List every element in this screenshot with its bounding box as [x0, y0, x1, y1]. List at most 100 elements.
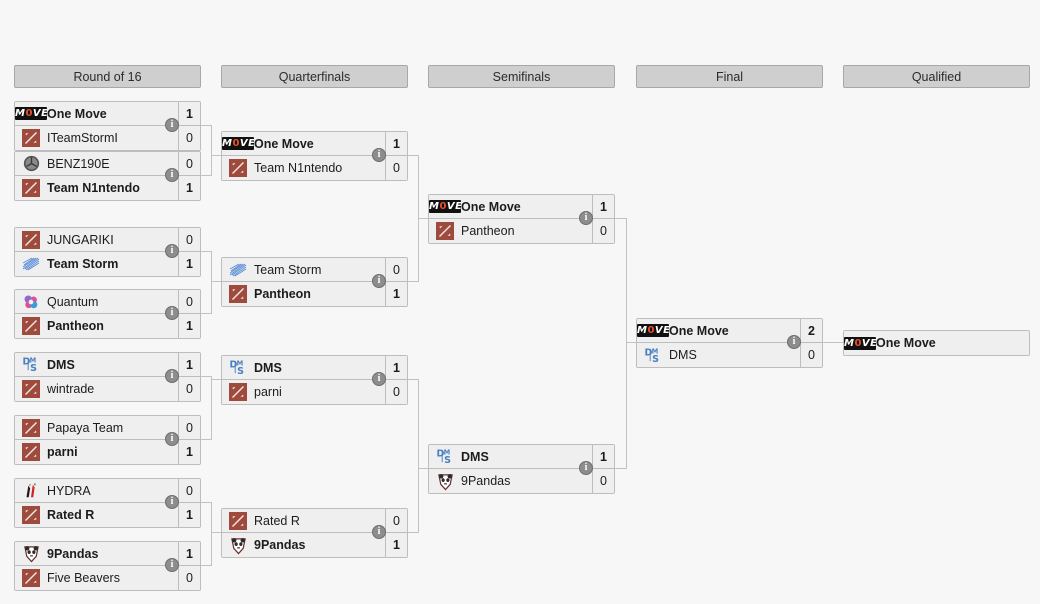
match-row-top[interactable]: Quantum 0 i [15, 290, 200, 320]
match-r16-m2[interactable]: BENZ190E 0 i Team N1ntendo 1 [14, 151, 201, 201]
team-score: 1 [178, 102, 200, 125]
match-info-icon[interactable]: i [165, 306, 179, 320]
match-info-icon[interactable]: i [579, 461, 593, 475]
match-r16-m1[interactable]: M0VE One Move 1 i ITeamStormI 0 [14, 101, 201, 151]
connector [201, 313, 211, 314]
team-score: 1 [178, 252, 200, 276]
match-row-top[interactable]: Papaya Team 0 i [15, 416, 200, 446]
team-name: Pantheon [461, 224, 515, 238]
match-info-icon[interactable]: i [372, 372, 386, 386]
team-name: One Move [669, 323, 729, 338]
match-info-icon[interactable]: i [165, 432, 179, 446]
connector [211, 251, 212, 314]
match-qf-m3[interactable]: DMS DMS 1 i parni 0 [221, 355, 408, 405]
connector [408, 281, 418, 282]
one-move-logo: M0VE [429, 200, 461, 213]
dms-logo: DMS [15, 353, 47, 377]
match-qf-m4[interactable]: Rated R 0 i 9Pandas 1 [221, 508, 408, 558]
match-qf-m2[interactable]: Team Storm 0 i Pantheon 1 [221, 257, 408, 307]
connector [211, 281, 221, 282]
team-score: 0 [385, 380, 407, 404]
match-row-top[interactable]: HYDRA 0 i [15, 479, 200, 509]
svg-text:S: S [237, 366, 244, 377]
round-header-qualified: Qualified [843, 65, 1030, 88]
match-info-icon[interactable]: i [165, 244, 179, 258]
match-info-icon[interactable]: i [579, 211, 593, 225]
match-row-top[interactable]: Rated R 0 i [222, 509, 407, 539]
team-name: Team N1ntendo [47, 181, 140, 195]
match-sf-m2[interactable]: DMS DMS 1 i 9Pandas 0 [428, 444, 615, 494]
connector [211, 125, 212, 176]
team-name: parni [254, 385, 282, 399]
match-row-top[interactable]: JUNGARIKI 0 i [15, 228, 200, 258]
team-score: 1 [178, 440, 200, 464]
match-info-icon[interactable]: i [165, 495, 179, 509]
team-name: 9Pandas [254, 538, 306, 552]
tournament-bracket: Round of 16 Quarterfinals Semifinals Fin… [0, 0, 1040, 604]
match-r16-m8[interactable]: 9Pandas 1 i Five Beavers 0 [14, 541, 201, 591]
round-header-label: Quarterfinals [278, 69, 351, 84]
connector [615, 218, 626, 219]
match-row-top[interactable]: M0VE One Move [844, 331, 1029, 355]
svg-text:S: S [652, 354, 659, 365]
dota2-default-logo [15, 126, 47, 150]
match-info-icon[interactable]: i [165, 168, 179, 182]
match-info-icon[interactable]: i [165, 558, 179, 572]
match-row-top[interactable]: M0VE One Move 1 i [15, 102, 200, 132]
match-final-m1[interactable]: M0VE One Move 2 i DMS DMS 0 [636, 318, 823, 368]
team-name: Papaya Team [47, 420, 124, 435]
match-info-icon[interactable]: i [372, 525, 386, 539]
team-score: 1 [385, 356, 407, 379]
mercedes-star-logo [15, 152, 47, 176]
match-row-top[interactable]: M0VE One Move 2 i [637, 319, 822, 349]
team-score: 0 [178, 377, 200, 401]
match-r16-m6[interactable]: Papaya Team 0 i parni 1 [14, 415, 201, 465]
team-score: 0 [178, 566, 200, 590]
dota2-default-logo [429, 219, 461, 243]
team-name: Rated R [47, 508, 95, 522]
match-qualified-m1[interactable]: M0VE One Move [843, 330, 1030, 356]
round-header-label: Qualified [911, 69, 962, 84]
connector [211, 376, 212, 440]
team-name: DMS [254, 360, 282, 375]
one-move-logo: M0VE [222, 137, 254, 150]
match-info-icon[interactable]: i [787, 335, 801, 349]
round-header-label: Final [715, 69, 744, 84]
connector [211, 532, 221, 533]
match-qf-m1[interactable]: M0VE One Move 1 i Team N1ntendo 0 [221, 131, 408, 181]
match-row-top[interactable]: M0VE One Move 1 i [429, 195, 614, 225]
match-row-top[interactable]: DMS DMS 1 i [429, 445, 614, 475]
match-r16-m4[interactable]: Quantum 0 i Pantheon 1 [14, 289, 201, 339]
match-row-top[interactable]: BENZ190E 0 i [15, 152, 200, 182]
dota2-default-logo [222, 509, 254, 533]
match-info-icon[interactable]: i [165, 369, 179, 383]
9pandas-logo [429, 469, 461, 493]
match-row-top[interactable]: DMS DMS 1 i [15, 353, 200, 383]
match-info-icon[interactable]: i [372, 274, 386, 288]
connector [418, 218, 428, 219]
match-info-icon[interactable]: i [165, 118, 179, 132]
match-row-top[interactable]: Team Storm 0 i [222, 258, 407, 288]
team-name: HYDRA [47, 483, 91, 498]
svg-text:S: S [444, 455, 451, 466]
dota2-default-logo [15, 228, 47, 252]
match-row-top[interactable]: 9Pandas 1 i [15, 542, 200, 572]
match-sf-m1[interactable]: M0VE One Move 1 i Pantheon 0 [428, 194, 615, 244]
svg-text:S: S [30, 363, 37, 374]
team-name: Quantum [47, 294, 99, 309]
9pandas-logo [222, 533, 254, 557]
match-info-icon[interactable]: i [372, 148, 386, 162]
round-header-final: Final [636, 65, 823, 88]
match-r16-m5[interactable]: DMS DMS 1 i wintrade 0 [14, 352, 201, 402]
match-r16-m3[interactable]: JUNGARIKI 0 i Team Storm 1 [14, 227, 201, 277]
team-name: One Move [254, 136, 314, 151]
team-name: JUNGARIKI [47, 232, 114, 247]
connector [408, 379, 418, 380]
team-score: 1 [592, 195, 614, 218]
team-name: One Move [876, 336, 936, 350]
match-row-top[interactable]: M0VE One Move 1 i [222, 132, 407, 162]
match-row-top[interactable]: DMS DMS 1 i [222, 356, 407, 386]
team-score: 1 [178, 353, 200, 376]
match-r16-m7[interactable]: HYDRA 0 i Rated R 1 [14, 478, 201, 528]
team-score: 2 [800, 319, 822, 342]
